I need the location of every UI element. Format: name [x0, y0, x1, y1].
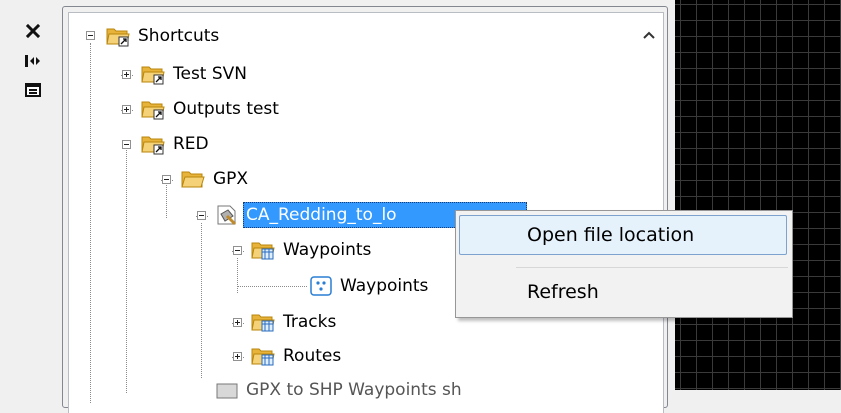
tree-connector [237, 286, 307, 287]
tree-node-gpx-to-shp[interactable]: GPX to SHP Waypoints sh [243, 377, 465, 403]
tree-connector [126, 148, 127, 393]
panel-icon[interactable] [20, 79, 46, 101]
folder-shortcut-icon [141, 136, 165, 155]
folder-shortcut-icon [141, 66, 165, 85]
close-icon[interactable] [20, 20, 46, 42]
tree-connector [166, 183, 167, 218]
feature-dataset-icon [251, 242, 275, 260]
collapse-toggle[interactable] [162, 175, 171, 184]
tree-node-red[interactable]: RED [170, 131, 212, 157]
grid-canvas[interactable] [675, 0, 841, 390]
tree-connector [201, 223, 202, 378]
menu-item-open-file-location[interactable]: Open file location [459, 215, 787, 255]
collapse-toggle[interactable] [197, 211, 206, 220]
tree-node-tracks[interactable]: Tracks [280, 309, 339, 335]
feature-dataset-icon [251, 348, 275, 366]
expand-collapse-icon[interactable] [20, 50, 46, 72]
tree-connector [90, 43, 91, 403]
chevron-up-icon [643, 31, 655, 39]
tree-connector [237, 258, 238, 293]
folder-open-icon [181, 171, 205, 188]
expand-toggle[interactable] [122, 105, 131, 114]
collapse-toggle[interactable] [233, 246, 242, 255]
scroll-up-button[interactable] [636, 22, 662, 48]
tree-node-waypoints-folder[interactable]: Waypoints [280, 237, 374, 263]
tree-node-waypoints-layer[interactable]: Waypoints [337, 273, 431, 299]
tree-node-shortcuts[interactable]: Shortcuts [135, 23, 222, 49]
collapse-toggle[interactable] [86, 31, 95, 40]
point-feature-class-icon [310, 276, 332, 296]
toolbox-icon [216, 383, 238, 399]
context-menu: Open file location Refresh [455, 210, 793, 318]
left-toolbar [0, 0, 52, 390]
file-geodatabase-icon [217, 205, 237, 226]
collapse-toggle[interactable] [122, 140, 131, 149]
expand-toggle[interactable] [233, 318, 242, 327]
expand-toggle[interactable] [122, 70, 131, 79]
menu-separator [516, 267, 788, 268]
expand-toggle[interactable] [233, 352, 242, 361]
feature-dataset-icon [251, 314, 275, 332]
folder-shortcut-icon [141, 101, 165, 120]
tree-node-gpx[interactable]: GPX [210, 166, 251, 192]
tree-node-outputs-test[interactable]: Outputs test [170, 96, 282, 122]
tree-node-routes[interactable]: Routes [280, 343, 344, 369]
tree-node-test-svn[interactable]: Test SVN [170, 61, 250, 87]
menu-item-refresh[interactable]: Refresh [459, 272, 787, 312]
folder-shortcut-icon [106, 28, 130, 47]
